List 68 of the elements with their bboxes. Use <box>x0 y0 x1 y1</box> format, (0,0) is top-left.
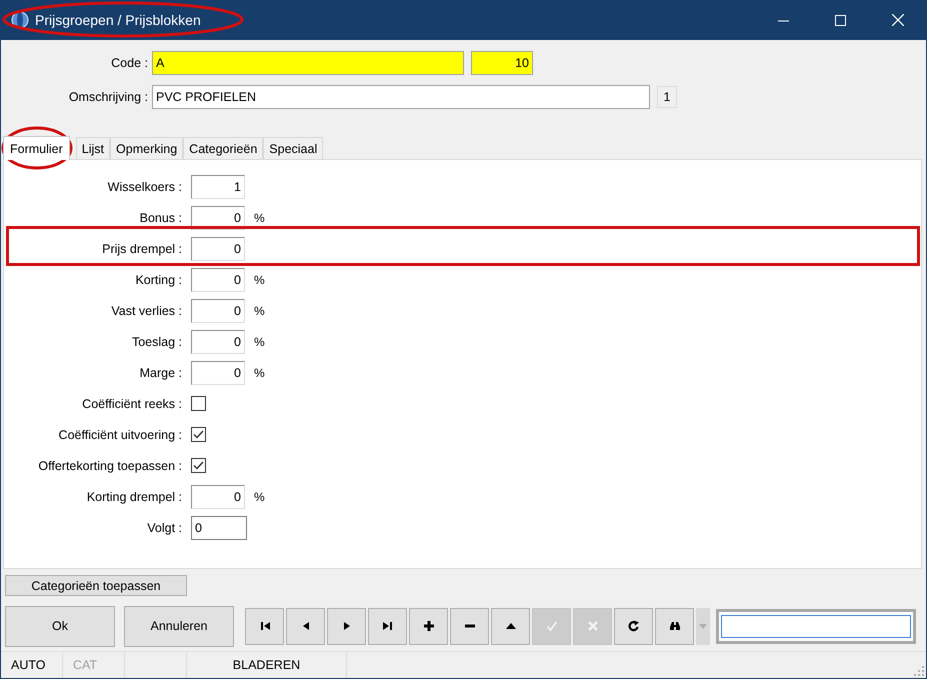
dialog-button[interactable]: Annuleren <box>124 606 234 646</box>
toolbar-button[interactable] <box>368 608 407 644</box>
code-label: Code : <box>110 56 148 70</box>
code-field[interactable]: A <box>152 51 464 75</box>
percent-unit: % <box>254 490 266 504</box>
field-label: Coëfficiënt reeks : <box>81 396 182 410</box>
search-field[interactable] <box>716 608 916 644</box>
first-record-icon <box>258 620 270 632</box>
number-field[interactable]: 0 <box>191 484 245 508</box>
plus-icon <box>422 620 434 632</box>
field-label: Marge : <box>138 366 182 380</box>
close-icon <box>892 14 904 26</box>
annotation-ellipse <box>1 126 73 170</box>
status-text: AUTO <box>11 658 46 672</box>
number-field[interactable]: 0 <box>191 236 245 260</box>
toolbar-button[interactable] <box>655 608 694 644</box>
toolbar-button[interactable] <box>245 608 284 644</box>
maximize-icon <box>835 14 846 26</box>
binoculars-icon <box>668 620 680 632</box>
field-label: Wisselkoers : <box>106 180 182 194</box>
caret-icon <box>699 624 707 628</box>
checkbox[interactable] <box>191 427 206 442</box>
checkmark-icon <box>546 620 558 632</box>
field-label: Coëfficiënt uitvoering : <box>58 428 182 442</box>
field-label: Vast verlies : <box>110 304 182 318</box>
checkbox[interactable] <box>191 458 206 473</box>
toolbar-button[interactable] <box>491 608 530 644</box>
resize-grip-icon <box>914 666 924 676</box>
cross-icon <box>586 620 598 632</box>
percent-unit: % <box>254 272 266 286</box>
window-title: Prijsgroepen / Prijsblokken <box>35 12 202 28</box>
tab[interactable]: Formulier <box>3 136 70 160</box>
number-field[interactable]: 0 <box>191 268 245 292</box>
field-label: Toeslag : <box>130 334 182 348</box>
toolbar-button[interactable] <box>450 608 489 644</box>
status-text: CAT <box>73 658 98 672</box>
description-label: Omschrijving : <box>68 90 148 104</box>
tab[interactable]: Speciaal <box>263 137 324 159</box>
number-field[interactable]: 0 <box>191 330 245 354</box>
last-record-icon <box>382 620 394 632</box>
field-label: Offertekorting toepassen : <box>37 458 182 472</box>
description-field[interactable]: PVC PROFIELEN <box>152 85 650 109</box>
apply-categories-button[interactable]: Categorieën toepassen <box>5 575 187 596</box>
number-field[interactable]: 0 <box>191 360 245 384</box>
globe-icon <box>11 11 29 29</box>
redo-arrow-icon <box>628 620 640 632</box>
field-label: Volgt : <box>146 520 182 534</box>
counter-box: 1 <box>657 86 677 108</box>
tab[interactable]: Opmerking <box>110 137 184 159</box>
percent-unit: % <box>254 210 266 224</box>
toolbar-button[interactable] <box>409 608 448 644</box>
status-text: BLADEREN <box>232 658 300 672</box>
text-field[interactable]: 0 <box>191 516 247 540</box>
tab[interactable]: Lijst <box>76 137 110 159</box>
field-label: Bonus : <box>138 210 182 224</box>
field-label: Korting : <box>134 272 182 286</box>
number-field[interactable]: 1 <box>191 174 245 198</box>
percent-unit: % <box>254 304 266 318</box>
checkbox[interactable] <box>191 396 206 411</box>
toolbar-button[interactable] <box>614 608 653 644</box>
percent-unit: % <box>254 334 266 348</box>
dialog-button[interactable]: Ok <box>5 606 115 646</box>
field-label: Prijs drempel : <box>101 242 182 256</box>
field-label: Korting drempel : <box>86 490 182 504</box>
number-field[interactable]: 0 <box>191 298 245 322</box>
percent-unit: % <box>254 366 266 380</box>
number-field[interactable]: 10 <box>471 51 533 75</box>
tab[interactable]: Categorieën <box>183 137 264 159</box>
